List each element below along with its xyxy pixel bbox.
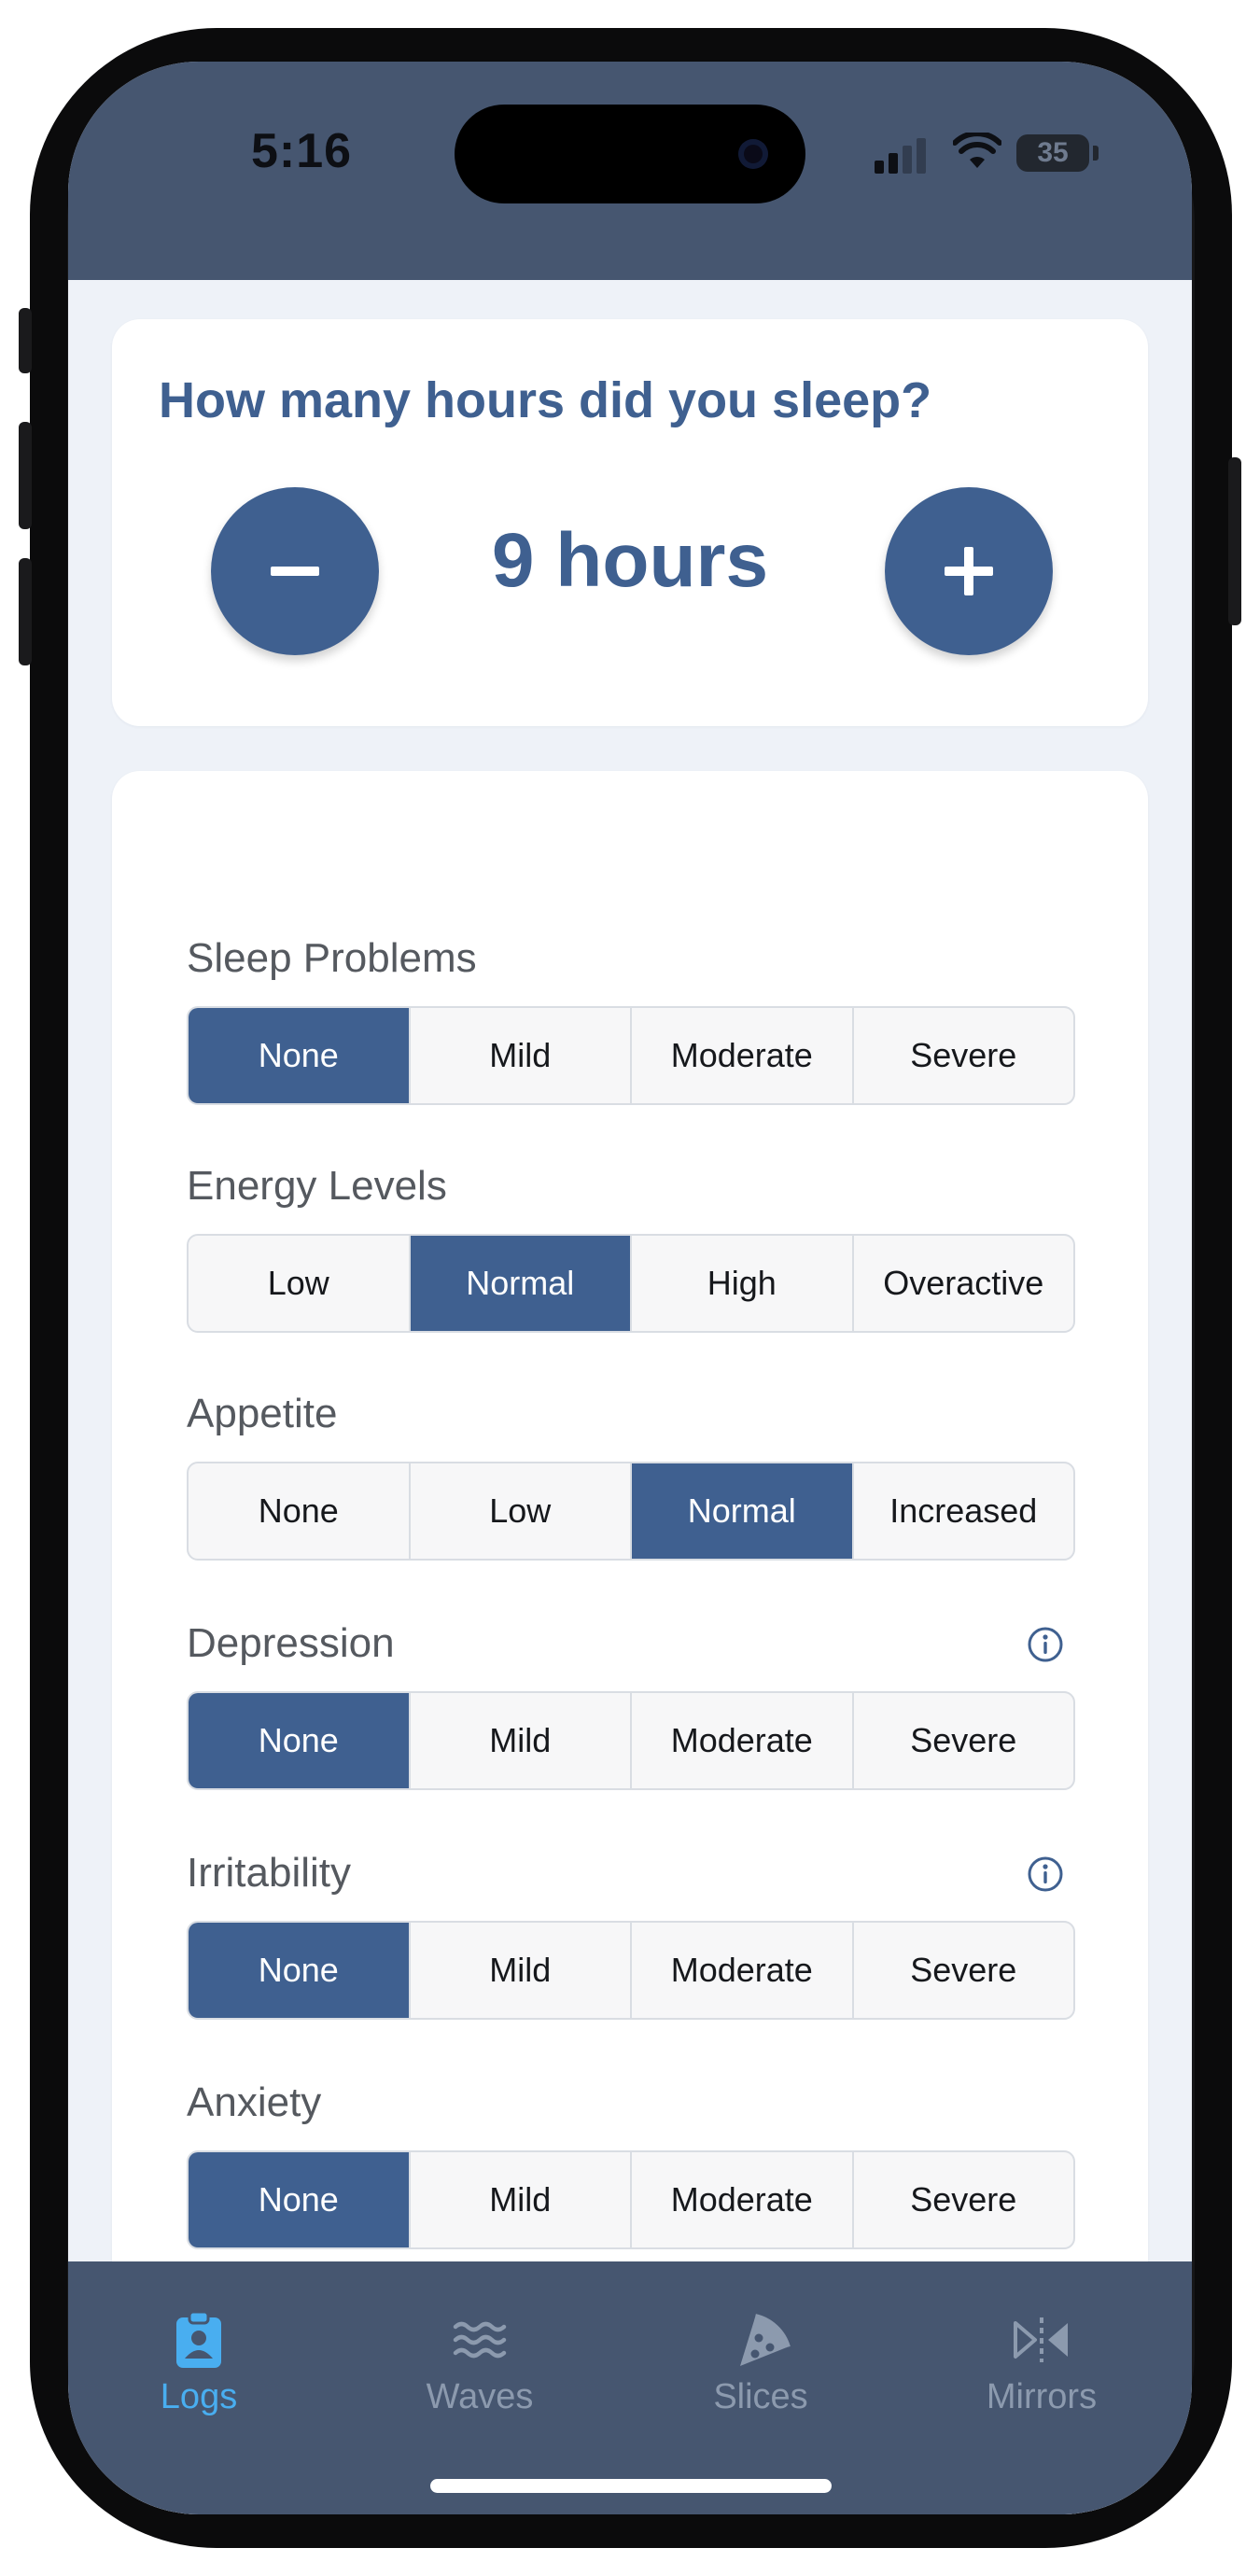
symptom-label: Irritability <box>187 1850 352 1896</box>
minus-icon <box>271 567 319 576</box>
symptom-label: Appetite <box>187 1391 338 1436</box>
volume-down-button <box>19 558 32 665</box>
home-indicator[interactable] <box>430 2479 832 2493</box>
segment-option[interactable]: Mild <box>411 1008 632 1103</box>
action-button <box>19 308 32 373</box>
status-time: 5:16 <box>250 124 353 178</box>
camera-icon <box>738 139 768 169</box>
sleep-hours-card: How many hours did you sleep? 9 hours <box>112 319 1148 726</box>
decrease-hours-button[interactable] <box>211 487 379 655</box>
hours-value: 9 hours <box>491 518 769 603</box>
tab-logs[interactable]: Logs <box>96 2310 301 2417</box>
battery-tip <box>1093 146 1099 161</box>
segment-option[interactable]: None <box>189 2152 411 2247</box>
tab-mirrors-label: Mirrors <box>986 2377 1098 2416</box>
segment-option[interactable]: Overactive <box>854 1236 1074 1331</box>
waves-icon <box>453 2321 507 2359</box>
segmented-control: None Low Normal Increased <box>187 1462 1075 1561</box>
segment-option[interactable]: None <box>189 1008 411 1103</box>
volume-up-button <box>19 422 32 529</box>
segment-option[interactable]: Moderate <box>632 1923 854 2018</box>
segmented-control: None Mild Moderate Severe <box>187 2150 1075 2249</box>
segment-option[interactable]: High <box>632 1236 854 1331</box>
tab-bar: Logs Waves Slices Mirrors <box>68 2261 1192 2514</box>
segment-option[interactable]: Normal <box>410 1236 632 1331</box>
segmented-control: None Mild Moderate Severe <box>187 1921 1075 2020</box>
segment-option[interactable]: Mild <box>411 2152 632 2247</box>
segment-option[interactable]: Increased <box>854 1463 1074 1559</box>
app-screen: 5:16 35 How many hours did you sleep? 9 … <box>68 62 1192 2514</box>
segment-option[interactable]: Mild <box>411 1693 632 1788</box>
segment-option[interactable]: Moderate <box>632 1008 854 1103</box>
segment-option[interactable]: None <box>189 1923 411 2018</box>
tab-logs-label: Logs <box>160 2377 238 2416</box>
segment-option[interactable]: None <box>189 1463 411 1559</box>
segment-option[interactable]: Low <box>411 1463 632 1559</box>
segment-option[interactable]: Severe <box>854 1008 1074 1103</box>
tab-mirrors[interactable]: Mirrors <box>939 2310 1144 2417</box>
segment-option[interactable]: Mild <box>411 1923 632 2018</box>
info-icon[interactable] <box>1027 1855 1064 1893</box>
segment-option[interactable]: None <box>189 1693 411 1788</box>
segmented-control: None Mild Moderate Severe <box>187 1006 1075 1105</box>
segment-option[interactable]: Severe <box>854 2152 1074 2247</box>
tab-slices[interactable]: Slices <box>658 2310 863 2417</box>
clipboard-user-icon <box>176 2310 221 2368</box>
sleep-question: How many hours did you sleep? <box>159 372 932 428</box>
symptom-label: Anxiety <box>187 2079 322 2125</box>
info-icon[interactable] <box>1027 1626 1064 1663</box>
segment-option[interactable]: Moderate <box>632 1693 854 1788</box>
mirror-icon <box>1014 2317 1068 2362</box>
increase-hours-button[interactable] <box>885 487 1053 655</box>
symptoms-card: Sleep Problems None Mild Moderate Severe Ener… <box>112 771 1148 2514</box>
power-button <box>1228 457 1241 625</box>
segmented-control: None Mild Moderate Severe <box>187 1691 1075 1790</box>
battery-icon: 35 <box>1016 134 1089 172</box>
segment-option[interactable]: Normal <box>632 1463 854 1559</box>
segment-option[interactable]: Severe <box>854 1923 1074 2018</box>
tab-waves[interactable]: Waves <box>377 2310 582 2417</box>
tab-slices-label: Slices <box>713 2377 808 2416</box>
status-bar: 5:16 35 <box>68 62 1192 280</box>
symptom-label: Sleep Problems <box>187 935 477 981</box>
pizza-slice-icon <box>740 2314 791 2366</box>
segment-option[interactable]: Moderate <box>632 2152 854 2247</box>
battery-level: 35 <box>1037 137 1069 168</box>
symptom-label: Energy Levels <box>187 1163 447 1209</box>
segment-option[interactable]: Low <box>189 1236 411 1331</box>
tab-waves-label: Waves <box>426 2377 534 2416</box>
symptom-label: Depression <box>187 1620 395 1666</box>
wifi-icon <box>953 133 1001 168</box>
segmented-control: Low Normal High Overactive <box>187 1234 1075 1333</box>
segment-option[interactable]: Severe <box>854 1693 1074 1788</box>
dynamic-island <box>455 105 805 203</box>
